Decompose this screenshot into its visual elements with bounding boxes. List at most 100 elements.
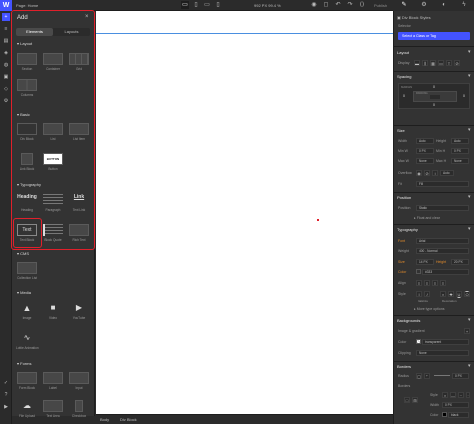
section-cms[interactable]: ▾ CMS [17,251,29,256]
style-panel-icon[interactable]: ✎ [399,1,409,10]
align-center-icon[interactable]: ≡ [424,280,430,286]
chevron-down-icon[interactable]: ▾ [468,363,471,369]
video-tutorial-icon[interactable]: ▶ [2,403,10,411]
radius-slider[interactable] [434,375,450,376]
breadcrumb-div-block[interactable]: Div Block [120,417,137,422]
overflow-visible-icon[interactable]: ◉ [416,170,422,176]
border-sides-icon[interactable]: ⊞ [412,397,418,403]
desktop-view-icon[interactable]: ▭ [181,1,189,9]
chevron-down-icon[interactable]: ▾ [468,317,471,323]
display-block-icon[interactable]: ▬ [414,60,420,66]
display-none-icon[interactable]: ⊘ [454,60,460,66]
add-icon[interactable]: + [2,13,10,21]
tile-video[interactable]: ■ Video [42,300,64,322]
decoration-none-icon[interactable]: × [440,291,446,297]
typography-heading[interactable]: Typography [397,227,418,232]
selector-input[interactable]: Select a Class or Tag [398,32,470,40]
align-left-icon[interactable]: ≡ [416,280,422,286]
backgrounds-heading[interactable]: Backgrounds [397,318,420,323]
overline-icon[interactable]: O [464,291,470,297]
text-color-input[interactable]: #333 [422,269,469,275]
border-solid-icon[interactable]: — [450,392,456,398]
settings-icon[interactable]: ⚙ [2,97,10,105]
height-input[interactable]: Auto [451,138,469,144]
fit-select[interactable]: Fill [416,181,469,187]
tile-youtube[interactable]: ▶ YouTube [68,300,90,322]
bg-color-input[interactable]: transparent [422,339,469,345]
min-width-input[interactable]: 0 PX [416,148,434,154]
section-media[interactable]: ▾ Media [17,290,31,295]
position-select[interactable]: Static [416,205,469,211]
display-grid-icon[interactable]: ▦ [430,60,436,66]
tile-input[interactable]: Input [68,370,90,392]
spacing-heading[interactable]: Spacing [397,74,411,79]
audit-icon[interactable]: ✓ [2,379,10,387]
borders-heading[interactable]: Borders [397,364,411,369]
mobile-portrait-icon[interactable]: ▯ [214,1,222,9]
max-height-input[interactable]: None [451,158,469,164]
text-color-swatch[interactable] [416,269,421,274]
radius-individual-icon[interactable]: ⌜ [424,373,430,379]
settings-panel-icon[interactable]: ⚙ [419,1,429,10]
webflow-logo[interactable]: W [0,0,12,11]
position-heading[interactable]: Position [397,195,411,200]
display-inline-icon[interactable]: T [446,60,452,66]
max-width-input[interactable]: None [416,158,434,164]
strikethrough-icon[interactable]: S [448,291,454,297]
size-heading[interactable]: Size [397,128,405,133]
tablet-view-icon[interactable]: ▯ [192,1,200,9]
section-forms[interactable]: ▾ Forms [17,361,31,366]
tile-lottie-animation[interactable]: ∿ Lottie Animation [16,330,39,352]
line-height-input[interactable]: 20 PX [451,259,469,265]
design-canvas[interactable] [96,11,393,414]
chevron-down-icon[interactable]: ▾ [468,226,471,232]
border-color-swatch[interactable] [442,412,447,417]
width-input[interactable]: Auto [416,138,434,144]
pages-icon[interactable]: ▤ [2,37,10,45]
border-dashed-icon[interactable]: ┄ [458,392,464,398]
chevron-down-icon[interactable]: ▾ [468,127,471,133]
add-background-icon[interactable]: + [464,328,470,334]
border-none-icon[interactable]: × [442,392,448,398]
redo-icon[interactable]: ↷ [346,1,354,9]
publish-button[interactable]: Publish [374,3,387,8]
tile-text-area[interactable]: Text Area [42,398,64,420]
italic-off-icon[interactable]: I [416,291,422,297]
tile-label[interactable]: Label [42,370,64,392]
navigator-icon[interactable]: ≡ [2,25,10,33]
border-all-icon[interactable]: □ [404,397,410,403]
radius-input[interactable]: 0 PX [452,373,469,379]
border-dotted-icon[interactable]: · [466,392,470,398]
align-right-icon[interactable]: ≡ [432,280,438,286]
export-code-icon[interactable]: ⟨⟩ [358,1,366,9]
radius-all-icon[interactable]: ▢ [416,373,422,379]
padding-box[interactable]: PADDING [413,91,457,102]
min-height-input[interactable]: 0 PX [451,148,469,154]
margin-left-value[interactable]: 0 [403,94,405,98]
lightning-icon[interactable]: ϟ [459,1,469,10]
bg-color-swatch[interactable] [416,339,421,344]
overflow-scroll-icon[interactable]: ↕ [432,170,438,176]
margin-right-value[interactable]: 0 [463,94,465,98]
font-select[interactable]: Arial [416,238,469,244]
display-flex-icon[interactable]: ⫼ [422,60,428,66]
underline-icon[interactable]: U [456,291,462,297]
border-width-input[interactable]: 0 PX [442,402,469,408]
weight-select[interactable]: 400 - Normal [416,248,469,254]
ecommerce-icon[interactable]: ◍ [2,61,10,69]
layout-heading[interactable]: Layout [397,50,409,55]
symbols-icon[interactable]: ◇ [2,85,10,93]
chevron-down-icon[interactable]: ▾ [468,49,471,55]
border-color-input[interactable]: black [448,412,469,418]
undo-icon[interactable]: ↶ [334,1,342,9]
cms-icon[interactable]: ◈ [2,49,10,57]
tile-image[interactable]: ▲ Image [16,300,38,322]
help-icon[interactable]: ? [2,391,10,399]
tile-checkbox[interactable]: Checkbox [68,398,90,420]
more-type-options[interactable]: ▸ More type options [414,307,445,311]
chevron-down-icon[interactable]: ▾ [468,73,471,79]
tile-collection-list[interactable]: Collection List [16,260,38,282]
page-selector[interactable]: Page: Home [16,3,38,8]
float-clear-toggle[interactable]: ▸ Float and clear [414,216,440,220]
mobile-landscape-icon[interactable]: ▭ [203,1,211,9]
